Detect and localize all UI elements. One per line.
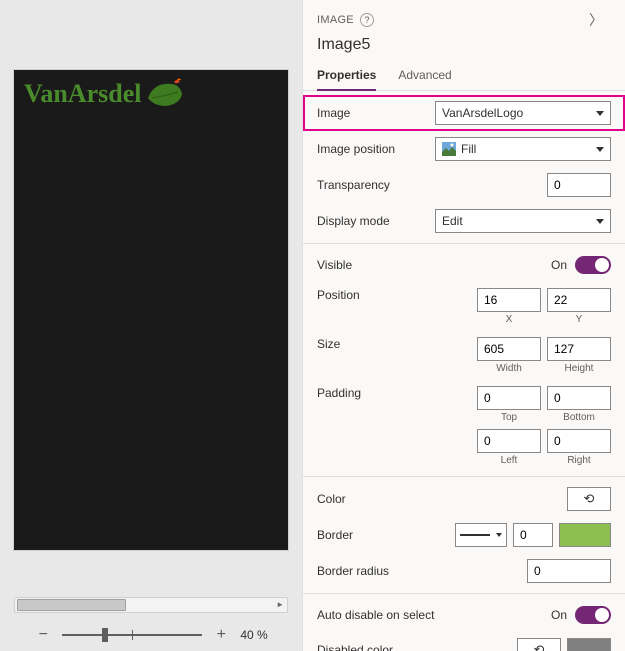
image-position-label: Image position [317, 142, 427, 156]
help-icon[interactable]: ? [360, 13, 374, 27]
color-label: Color [317, 492, 427, 506]
border-radius-input[interactable] [527, 559, 611, 583]
prop-image: Image VanArsdelLogo [303, 95, 625, 131]
panel-tabs: Properties Advanced [303, 62, 625, 91]
position-y-input[interactable] [547, 288, 611, 312]
image-dropdown[interactable]: VanArsdelLogo [435, 101, 611, 125]
tab-advanced[interactable]: Advanced [398, 62, 451, 90]
leaf-icon [144, 78, 184, 110]
prop-auto-disable: Auto disable on select On [303, 598, 625, 632]
disabled-color-label: Disabled color [317, 643, 427, 651]
auto-disable-label: Auto disable on select [317, 608, 457, 622]
size-label: Size [317, 337, 427, 351]
padding-top-input[interactable] [477, 386, 541, 410]
app-preview[interactable]: VanArsdel [14, 70, 288, 550]
prop-padding: Padding Top Bottom Left Right [303, 380, 625, 472]
prop-color: Color ⟲ [303, 481, 625, 517]
transparency-input[interactable] [547, 173, 611, 197]
expand-panel-button[interactable]: 〉 [581, 10, 611, 30]
horizontal-scrollbar[interactable] [14, 597, 288, 613]
position-y-sublabel: Y [576, 314, 583, 325]
prop-visible: Visible On [303, 248, 625, 282]
position-label: Position [317, 288, 427, 302]
auto-disable-state: On [551, 608, 567, 622]
border-style-dropdown[interactable] [455, 523, 507, 547]
border-color-fill [560, 524, 610, 546]
padding-right-input[interactable] [547, 429, 611, 453]
disabled-color-fill [568, 639, 610, 651]
prop-disabled-color: Disabled color ⟲ [303, 632, 625, 651]
zoom-slider-thumb[interactable] [102, 628, 108, 642]
no-color-icon: ⟲ [534, 642, 545, 651]
border-color-picker[interactable] [559, 523, 611, 547]
canvas-viewport[interactable]: VanArsdel [0, 0, 302, 591]
visible-label: Visible [317, 258, 427, 272]
zoom-slider[interactable] [62, 634, 202, 636]
zoom-percent: 40 % [240, 628, 267, 642]
padding-left-input[interactable] [477, 429, 541, 453]
zoom-out-button[interactable]: − [34, 626, 52, 644]
padding-label: Padding [317, 386, 427, 400]
display-mode-dropdown[interactable]: Edit [435, 209, 611, 233]
color-picker[interactable]: ⟲ [567, 487, 611, 511]
image-label: Image [317, 106, 427, 120]
disabled-color-picker[interactable] [567, 638, 611, 651]
position-x-sublabel: X [506, 314, 513, 325]
no-color-icon: ⟲ [584, 491, 595, 507]
width-sublabel: Width [496, 363, 522, 374]
horizontal-scroll-row [0, 591, 302, 619]
control-name: Image5 [303, 36, 625, 62]
padding-bottom-input[interactable] [547, 386, 611, 410]
border-label: Border [317, 528, 427, 542]
scrollbar-thumb[interactable] [17, 599, 126, 611]
prop-transparency: Transparency [303, 167, 625, 203]
zoom-midpoint [132, 630, 133, 640]
prop-size: Size Width Height [303, 331, 625, 380]
display-mode-label: Display mode [317, 214, 427, 228]
transparency-label: Transparency [317, 178, 427, 192]
visible-state: On [551, 258, 567, 272]
panel-type-label: IMAGE [317, 14, 354, 26]
prop-border: Border [303, 517, 625, 553]
properties-panel: IMAGE ? 〉 Image5 Properties Advanced Ima… [302, 0, 625, 651]
prop-position: Position X Y [303, 282, 625, 331]
zoom-controls: − + 40 % [0, 619, 302, 651]
disabled-fill-picker[interactable]: ⟲ [517, 638, 561, 651]
prop-image-position: Image position Fill [303, 131, 625, 167]
visible-toggle[interactable] [575, 256, 611, 274]
logo-text: VanArsdel [24, 79, 142, 109]
border-radius-label: Border radius [317, 564, 427, 578]
vanarsdel-logo[interactable]: VanArsdel [14, 70, 288, 110]
prop-display-mode: Display mode Edit [303, 203, 625, 239]
position-x-input[interactable] [477, 288, 541, 312]
panel-header: IMAGE ? 〉 [303, 0, 625, 36]
zoom-in-button[interactable]: + [212, 626, 230, 644]
fill-icon [442, 142, 456, 156]
auto-disable-toggle[interactable] [575, 606, 611, 624]
tab-properties[interactable]: Properties [317, 62, 376, 90]
image-position-dropdown[interactable]: Fill [435, 137, 611, 161]
border-width-input[interactable] [513, 523, 553, 547]
prop-border-radius: Border radius [303, 553, 625, 589]
canvas-area: VanArsdel − + 40 % [0, 0, 302, 651]
height-sublabel: Height [565, 363, 594, 374]
width-input[interactable] [477, 337, 541, 361]
height-input[interactable] [547, 337, 611, 361]
